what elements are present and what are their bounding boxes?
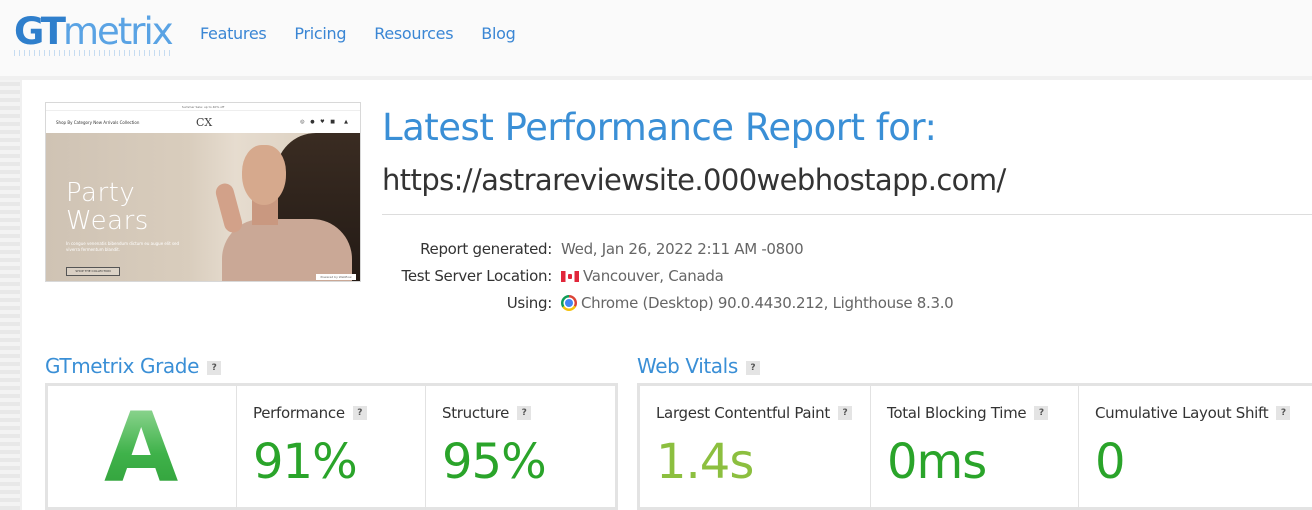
nav-resources[interactable]: Resources — [374, 24, 453, 43]
vitals-section-title: Web Vitals? — [637, 354, 760, 378]
report-url: https://astrareviewsite.000webhostapp.co… — [382, 163, 1006, 197]
tbt-value: 0ms — [887, 434, 987, 490]
structure-label: Structure — [442, 404, 510, 422]
thumb-promo-bar: Summer Sale: up to 40% off — [46, 103, 360, 111]
tbt-label: Total Blocking Time — [887, 404, 1027, 422]
vitals-box: Largest Contentful Paint? 1.4s Total Blo… — [637, 383, 1312, 510]
cls-value: 0 — [1095, 434, 1126, 490]
tbt-cell: Total Blocking Time? 0ms — [870, 386, 1078, 510]
report-title: Latest Performance Report for: — [382, 106, 937, 149]
divider — [382, 214, 1312, 215]
grade-box: A Performance? 91% Structure? 95% — [45, 383, 618, 510]
thumb-brand: CX — [196, 116, 213, 129]
meta-label-location: Test Server Location: — [401, 267, 553, 285]
meta-label-using: Using: — [506, 294, 553, 312]
thumb-hero: Party Wears In congue venenatis bibendum… — [46, 133, 360, 281]
performance-value: 91% — [253, 434, 358, 490]
structure-value: 95% — [442, 434, 547, 490]
thumb-hero-subtitle: In congue venenatis bibendum dictum eu a… — [66, 241, 180, 252]
thumb-nav: Shop By Category New Arrivals Collection… — [46, 111, 360, 133]
cls-help-icon[interactable]: ? — [1276, 406, 1291, 420]
meta-label-generated: Report generated: — [420, 240, 552, 258]
side-stripe-decoration — [0, 80, 20, 510]
tbt-help-icon[interactable]: ? — [1034, 406, 1049, 420]
grade-letter: A — [104, 392, 179, 504]
meta-value-generated: Wed, Jan 26, 2022 2:11 AM -0800 — [561, 240, 804, 258]
thumb-badge: Powered by Webflow — [316, 274, 356, 280]
lcp-value: 1.4s — [656, 434, 754, 490]
thumb-nav-icons: ◎ ● ♥ ■ ▲ — [300, 119, 350, 125]
structure-cell: Structure? 95% — [425, 386, 615, 510]
chrome-icon — [561, 295, 577, 311]
vitals-help-icon[interactable]: ? — [745, 361, 760, 375]
site-screenshot-thumbnail[interactable]: Summer Sale: up to 40% off Shop By Categ… — [45, 102, 361, 282]
structure-help-icon[interactable]: ? — [517, 406, 532, 420]
performance-help-icon[interactable]: ? — [352, 406, 367, 420]
main-nav: Features Pricing Resources Blog — [200, 24, 543, 43]
lcp-cell: Largest Contentful Paint? 1.4s — [640, 386, 870, 510]
cls-cell: Cumulative Layout Shift? 0 — [1078, 386, 1312, 510]
performance-label: Performance — [253, 404, 345, 422]
meta-value-location: Vancouver, Canada — [561, 263, 953, 290]
thumb-hero-title: Party Wears — [66, 178, 149, 236]
thumb-nav-links: Shop By Category New Arrivals Collection — [56, 120, 140, 125]
thumb-model-figure — [242, 145, 286, 205]
nav-pricing[interactable]: Pricing — [294, 24, 346, 43]
performance-cell: Performance? 91% — [236, 386, 426, 510]
report-meta-values: Wed, Jan 26, 2022 2:11 AM -0800 Vancouve… — [561, 236, 954, 317]
grade-section-title: GTmetrix Grade? — [45, 354, 221, 378]
canada-flag-icon — [561, 271, 579, 282]
grade-help-icon[interactable]: ? — [206, 361, 221, 375]
lcp-help-icon[interactable]: ? — [837, 406, 852, 420]
nav-features[interactable]: Features — [200, 24, 267, 43]
lcp-label: Largest Contentful Paint — [656, 404, 830, 422]
nav-blog[interactable]: Blog — [481, 24, 515, 43]
thumb-hero-button: SHOP THE COLLECTION — [66, 267, 120, 276]
top-bar: GTmetrix Features Pricing Resources Blog — [0, 0, 1312, 76]
cls-label: Cumulative Layout Shift — [1095, 404, 1269, 422]
logo-ruler-decoration — [14, 50, 170, 56]
report-meta-labels: Report generated: Test Server Location: … — [401, 236, 553, 317]
gtmetrix-logo[interactable]: GTmetrix — [14, 12, 174, 52]
meta-value-using: Chrome (Desktop) 90.0.4430.212, Lighthou… — [561, 290, 954, 317]
